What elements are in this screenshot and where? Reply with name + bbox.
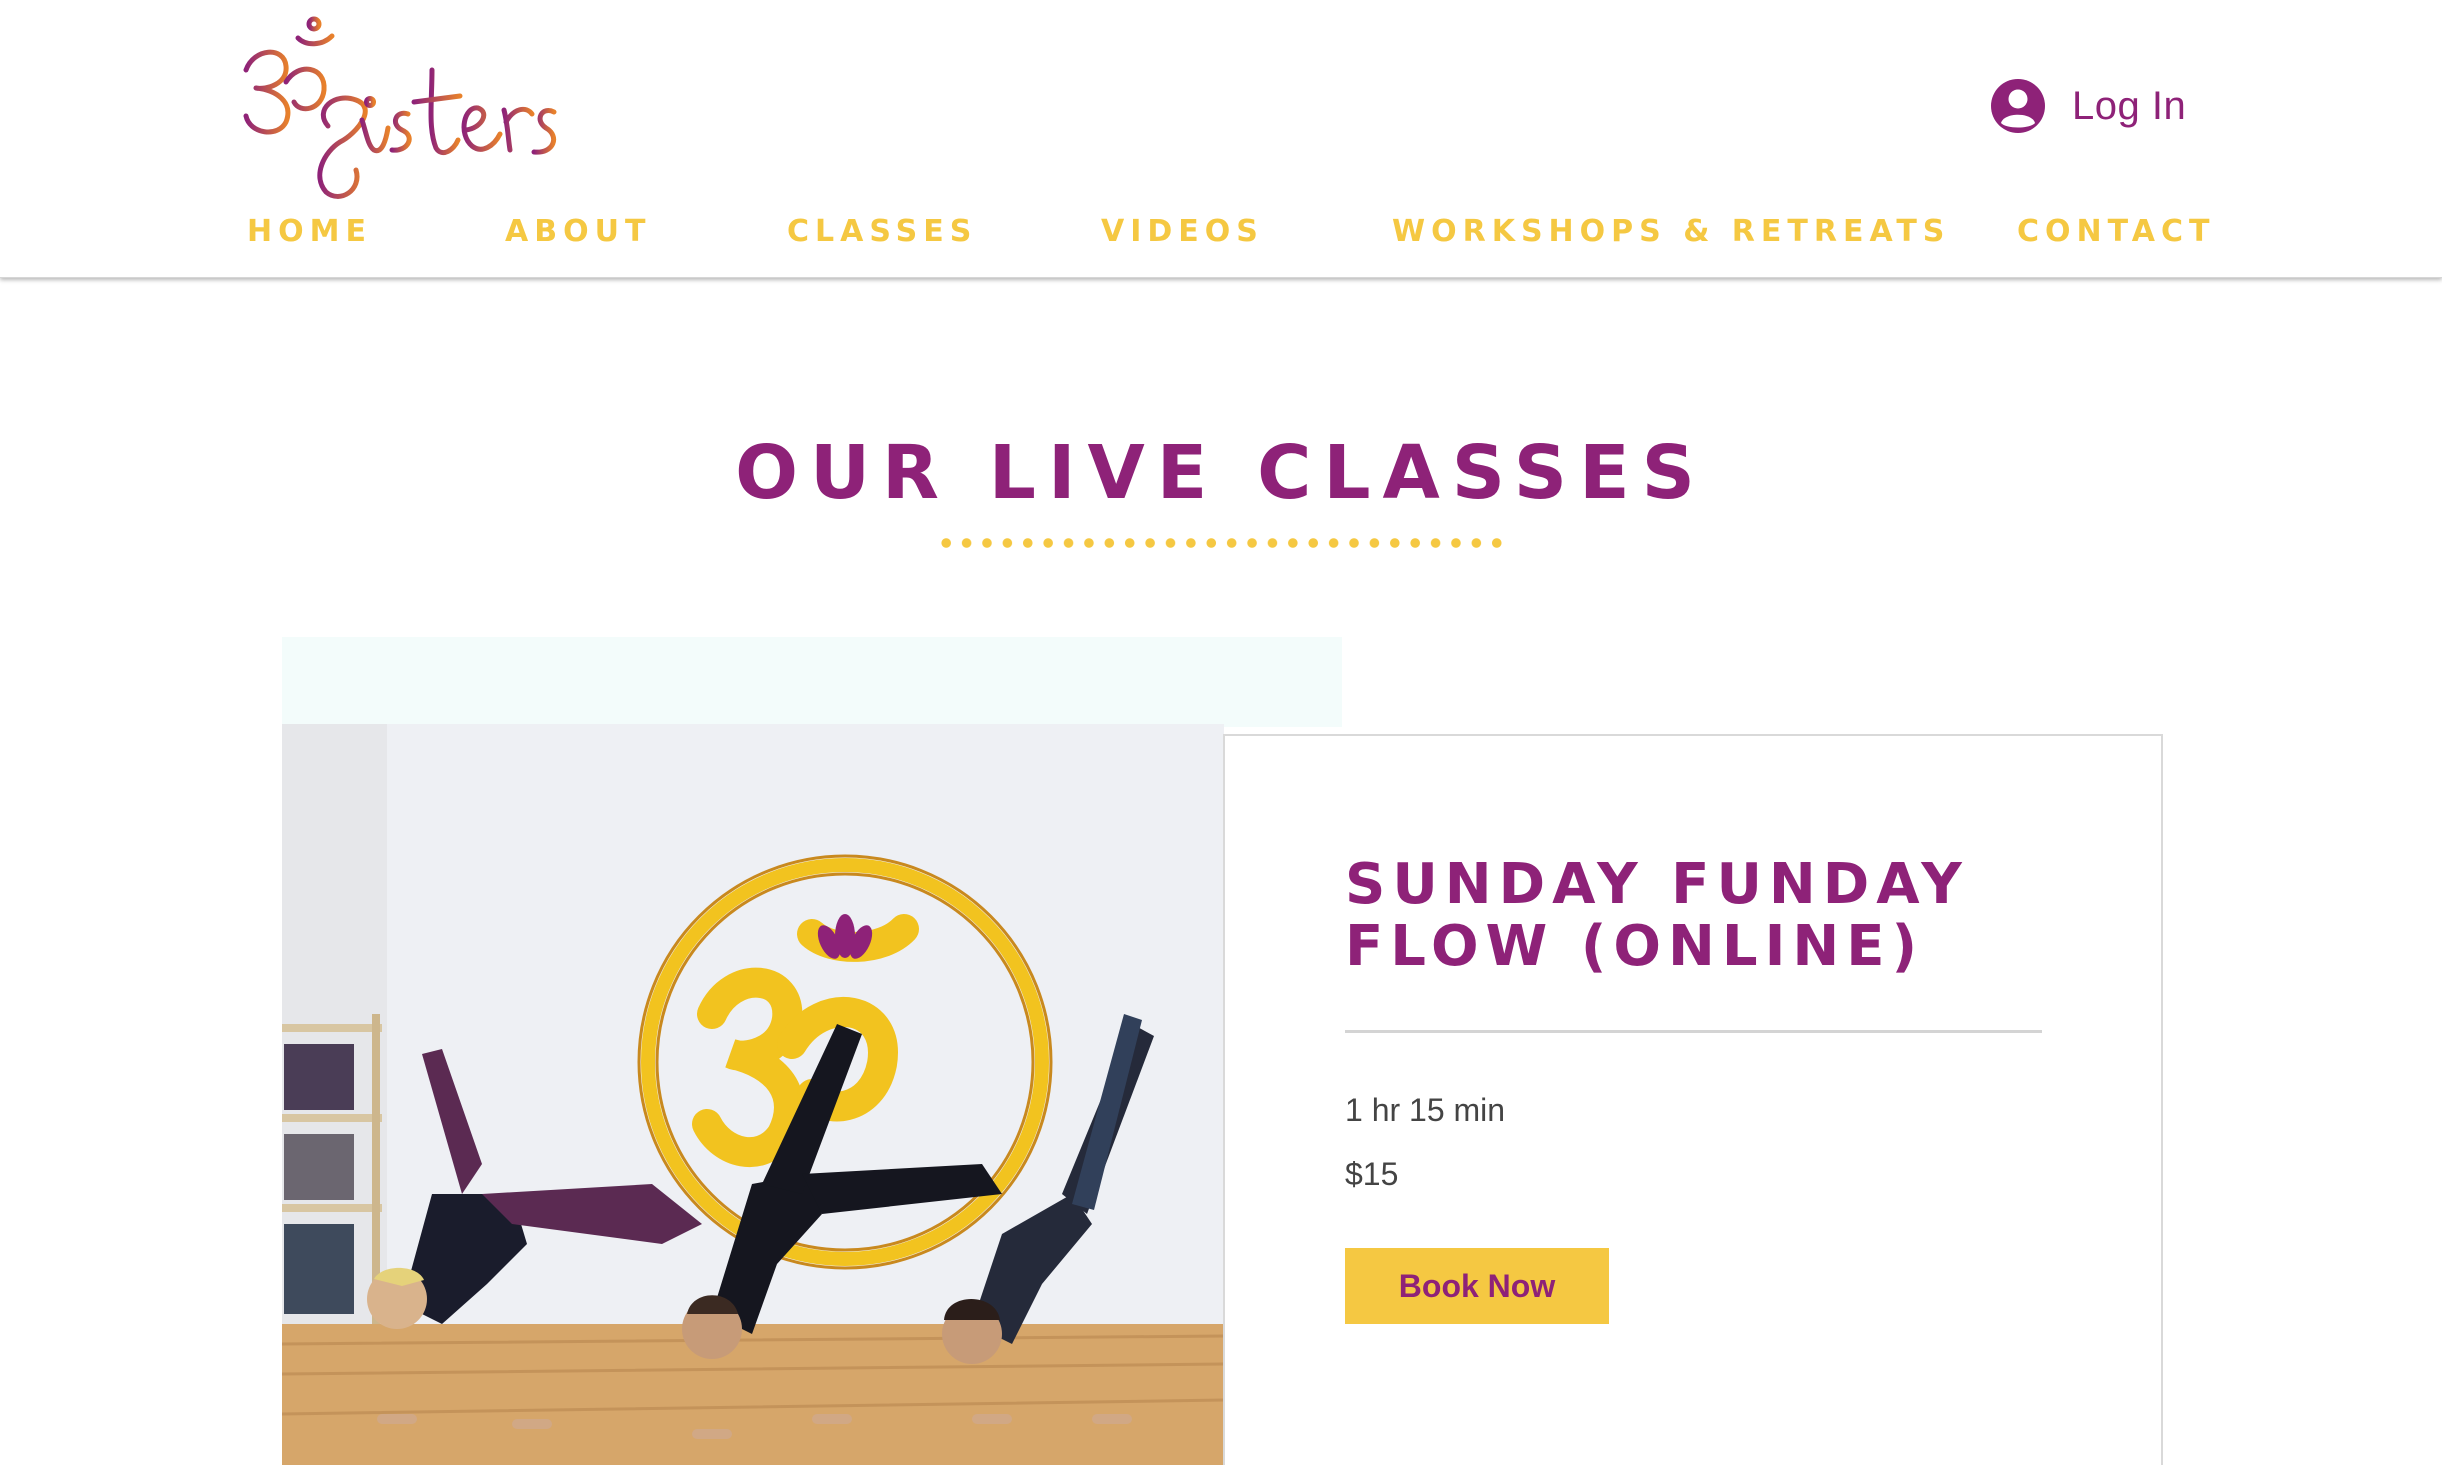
login-label: Log In [2072, 83, 2187, 128]
user-avatar-icon [1991, 79, 2045, 133]
class-card: Sunday Funday Flow (Online) 1 hr 15 min … [1223, 734, 2163, 1465]
nav-item-classes[interactable]: Classes [787, 210, 977, 254]
card-divider [1345, 1030, 2042, 1033]
class-price: $15 [1345, 1156, 1399, 1192]
login-button[interactable]: Log In [1990, 72, 2186, 140]
book-now-button[interactable]: Book Now [1345, 1248, 1609, 1324]
class-duration: 1 hr 15 min [1345, 1092, 1506, 1128]
section-title: Our Live Classes [735, 430, 1707, 516]
photo-backdrop [282, 637, 1342, 727]
class-title: Sunday Funday Flow (Online) [1345, 852, 1969, 979]
site-logo[interactable] [236, 10, 566, 205]
nav-item-contact[interactable]: Contact [2017, 210, 2215, 254]
main-nav: Home About Classes Videos Workshops & Re… [0, 210, 2442, 260]
site-header: Log In Home About Classes Videos Worksho… [0, 0, 2442, 278]
nav-item-about[interactable]: About [505, 210, 651, 254]
nav-item-workshops-retreats[interactable]: Workshops & Retreats [1392, 210, 1950, 254]
class-photo [282, 724, 1224, 1465]
nav-item-home[interactable]: Home [247, 210, 372, 254]
nav-item-videos[interactable]: Videos [1101, 210, 1264, 254]
dotted-divider [936, 538, 1508, 548]
page: Log In Home About Classes Videos Worksho… [0, 0, 2442, 1465]
yoga-photo-illustration [282, 724, 1224, 1465]
